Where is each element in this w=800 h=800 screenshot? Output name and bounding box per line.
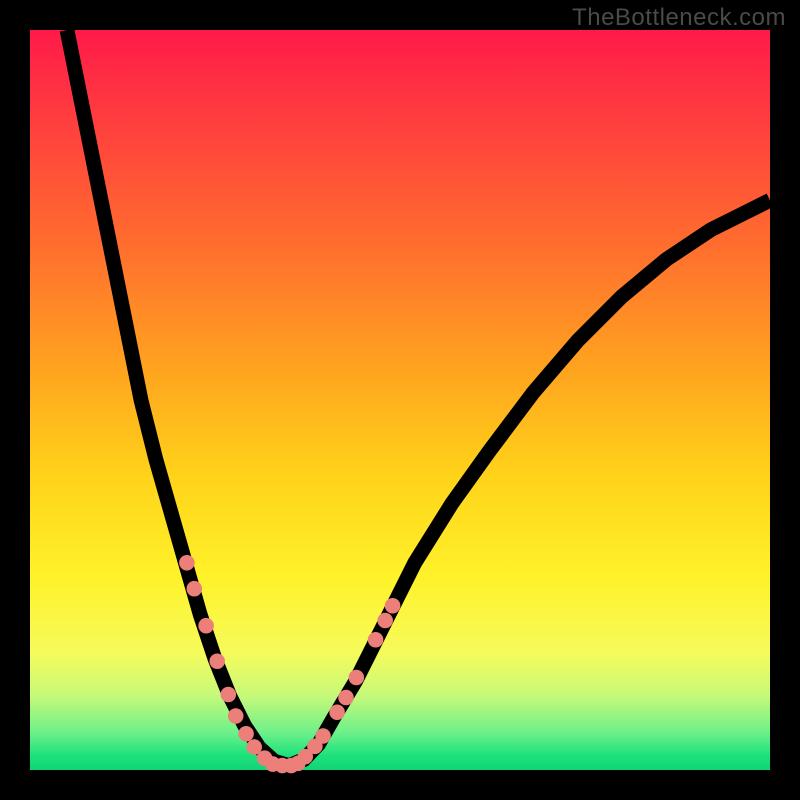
plot-area bbox=[30, 30, 770, 770]
sample-dot bbox=[209, 653, 225, 669]
sample-dot bbox=[228, 708, 244, 724]
sample-dot bbox=[187, 581, 203, 597]
sample-dot bbox=[377, 613, 393, 629]
sample-dot bbox=[198, 618, 214, 634]
sample-dot bbox=[385, 598, 401, 614]
sample-dot bbox=[315, 728, 331, 744]
sample-dot bbox=[368, 632, 384, 648]
sample-dot bbox=[329, 705, 345, 721]
plot-svg bbox=[30, 30, 770, 770]
sample-dot bbox=[238, 726, 254, 742]
sample-dot bbox=[290, 756, 306, 772]
chart-frame: TheBottleneck.com bbox=[0, 0, 800, 800]
sample-dot bbox=[349, 670, 365, 686]
watermark-text: TheBottleneck.com bbox=[572, 4, 786, 32]
sample-dot bbox=[338, 690, 354, 706]
sample-dot bbox=[179, 555, 195, 571]
sample-dot bbox=[221, 687, 237, 703]
curve-left bbox=[67, 30, 289, 766]
